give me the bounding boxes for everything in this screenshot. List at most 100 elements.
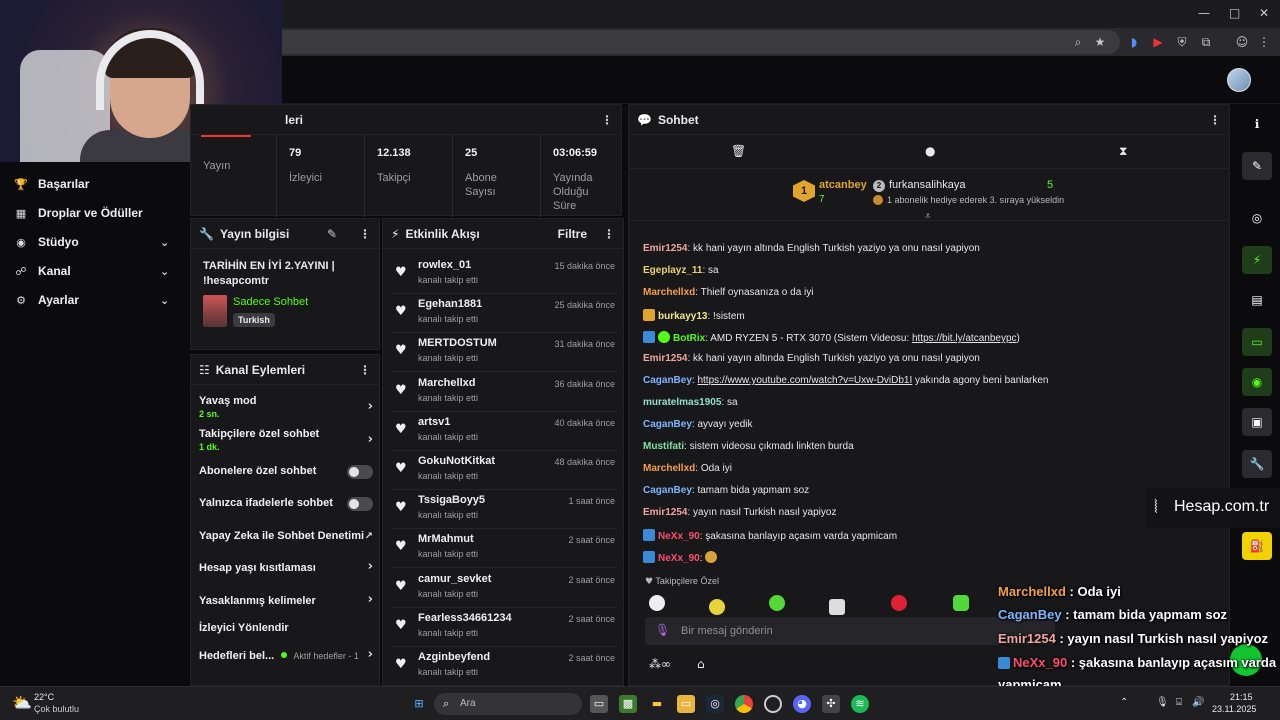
activity-item[interactable]: ♥ Marchellxd kanalı takip etti 36 dakika ön… [391,373,617,412]
puzzle-extensions-icon[interactable]: ⧉ [1198,34,1214,50]
volume-icon[interactable]: 🔊 [1192,697,1204,708]
raid-row[interactable]: İzleyici Yönlendir [199,622,373,634]
more-options-icon[interactable]: ⋮ [603,227,615,241]
ai-moderation-row[interactable]: Yapay Zeka ile Sohbet Denetimi ↗ [199,530,373,542]
info-icon[interactable]: ℹ [1242,110,1272,138]
chat-link[interactable]: https://bit.ly/atcanbeypc [912,333,1017,344]
network-app-icon[interactable]: ✣ [822,695,840,713]
shield-extension-icon[interactable]: ⛨ [1174,34,1190,50]
category-link[interactable]: Sadece Sohbet [233,296,308,308]
lightning-icon[interactable]: ⚡ [1242,246,1272,274]
leader-1-name[interactable]: atcanbey [819,179,867,191]
expand-leaderboard-icon[interactable]: ⩡ [925,211,931,222]
nav-item-studio[interactable]: ◉ Stüdyo ⌄ [14,232,184,252]
chat-bubble-icon[interactable]: ● [925,144,935,158]
hourglass-icon[interactable]: ⧗ [1119,144,1127,159]
emote-green-face[interactable] [769,595,785,611]
activity-item[interactable]: ♥ artsv1 kanalı takip etti 40 dakika önce [391,412,617,451]
chat-username[interactable]: CaganBey [643,485,692,496]
activity-item[interactable]: ♥ rowlex_01 kanalı takip etti 15 dakika önc… [391,255,617,294]
minimize-button[interactable]: — [1198,6,1210,20]
more-options-icon[interactable]: ⋮ [359,363,371,377]
extension-icon[interactable]: ◗ [1126,34,1142,50]
activity-item[interactable]: ♥ GokuNotKitkat kanalı takip etti 48 dakika… [391,451,617,490]
edit-pencil-icon[interactable]: ✎ [327,227,337,241]
chat-input[interactable]: 🎙 Bir mesaj gönderin [645,617,1055,645]
weather-icon[interactable]: ⛅ [12,693,32,712]
more-options-icon[interactable]: ⋮ [1209,113,1221,127]
chat-username[interactable]: CaganBey [643,419,692,430]
windows-start-icon[interactable]: ⊞ [410,695,428,713]
minecraft-icon[interactable]: ▩ [619,695,637,713]
taskbar-search[interactable]: ⌕ Ara [434,693,582,715]
followers-only-row[interactable]: Takipçilere özel sohbet 1 dk. › [199,428,373,452]
chat-username[interactable]: muratelmas1905 [643,397,721,408]
emote-white[interactable] [829,599,845,615]
goals-row[interactable]: Hedefleri bel... Aktif hedefler - 1 › [199,647,373,662]
zoom-icon[interactable]: ⌕ [1070,34,1086,50]
nav-item-achievements[interactable]: 🏆 Başarılar [14,174,89,194]
chat-username[interactable]: BotRix [673,333,705,344]
subscribers-only-toggle[interactable] [347,465,373,479]
chat-icon[interactable]: ▭ [1242,328,1272,356]
microphone-tray-icon[interactable]: 🎙 [1156,697,1169,708]
chat-username[interactable]: Emir1254 [643,353,687,364]
banned-words-row[interactable]: Yasaklanmış kelimeler › [199,592,373,607]
activity-item[interactable]: ♥ TssigaBoyy5 kanalı takip etti 1 saat önce [391,490,617,530]
bookmark-star-icon[interactable]: ★ [1092,34,1108,50]
profile-icon[interactable]: ☺ [1234,34,1250,50]
steam-icon[interactable]: ◎ [706,695,724,713]
emote-mushroom[interactable] [891,595,907,611]
chat-username[interactable]: CaganBey [643,375,692,386]
nav-item-channel[interactable]: ☍ Kanal ⌄ [14,261,184,281]
chat-link[interactable]: https://www.youtube.com/watch?v=Uxw-DviD… [697,375,912,386]
youtube-extension-icon[interactable]: ▶ [1150,34,1166,50]
chat-username[interactable]: burkayy13 [658,311,707,322]
nav-item-settings[interactable]: ⚙ Ayarlar ⌄ [14,290,184,310]
activity-item[interactable]: ♥ camur_sevket kanalı takip etti 2 saat önc… [391,569,617,608]
maximize-button[interactable]: □ [1229,6,1240,20]
close-window-button[interactable]: ✕ [1259,6,1269,20]
chrome-icon[interactable] [735,695,753,713]
chat-username[interactable]: Emir1254 [643,507,687,518]
network-icon[interactable]: ⌸ [1176,697,1182,708]
task-view-icon[interactable]: ▭ [590,695,608,713]
activity-item[interactable]: ♥ MrMahmut kanalı takip etti 2 saat önce [391,529,617,569]
dashboard-icon[interactable]: ▣ [1242,408,1272,436]
more-options-icon[interactable]: ⋮ [601,113,613,127]
emote-yellow[interactable] [709,599,725,615]
nav-item-drops[interactable]: ▦ Droplar ve Ödüller [14,203,143,223]
document-icon[interactable]: ▤ [1242,286,1272,314]
trash-icon[interactable]: 🗑 [731,144,746,158]
more-options-icon[interactable]: ⋮ [359,227,371,241]
browser-menu-icon[interactable]: ⋮ [1256,34,1272,50]
microphone-icon[interactable]: 🎙 [655,623,670,637]
wrench-icon[interactable]: 🔧 [1242,450,1272,478]
activity-item[interactable]: ♥ Egehan1881 kanalı takip etti 25 dakika ön… [391,294,617,334]
chat-username[interactable]: Mustifati [643,441,684,452]
slow-mode-row[interactable]: Yavaş mod 2 sn. › [199,395,373,419]
chat-username[interactable]: Marchellxd [643,287,695,298]
folder-icon[interactable]: ▭ [677,695,695,713]
chat-username[interactable]: Marchellxd [643,463,695,474]
activity-item[interactable]: ♥ MERTDOSTUM kanalı takip etti 31 dakika ön… [391,333,617,373]
obs-icon[interactable] [764,695,782,713]
filter-button[interactable]: Filtre [558,227,587,241]
chat-username[interactable]: Egeplayz_11 [643,265,702,276]
store-icon[interactable]: ⌂ [697,657,705,671]
chat-username[interactable]: NeXx_90 [658,531,700,542]
camera-icon[interactable]: ◎ [1242,204,1272,232]
pencil-icon[interactable]: ✎ [1242,152,1272,180]
file-explorer-icon[interactable]: ▬ [648,695,666,713]
emote-picker-icon[interactable]: ⁂∞ [649,657,671,671]
bottle-icon[interactable]: ⛽ [1242,532,1272,560]
activity-item[interactable]: ♥ Azginbeyfend kanalı takip etti 2 saat önc… [391,647,617,686]
language-tag[interactable]: Turkish [233,313,275,327]
chat-username[interactable]: Emir1254 [643,243,687,254]
emote-ghost[interactable] [649,595,665,611]
chat-username[interactable]: NeXx_90 [658,553,700,564]
tray-chevron-icon[interactable]: ⌃ [1120,697,1128,708]
spotify-icon[interactable]: ≋ [851,695,869,713]
emote-frog[interactable] [953,595,969,611]
activity-item[interactable]: ♥ Fearless34661234 kanalı takip etti 2 saat… [391,608,617,647]
